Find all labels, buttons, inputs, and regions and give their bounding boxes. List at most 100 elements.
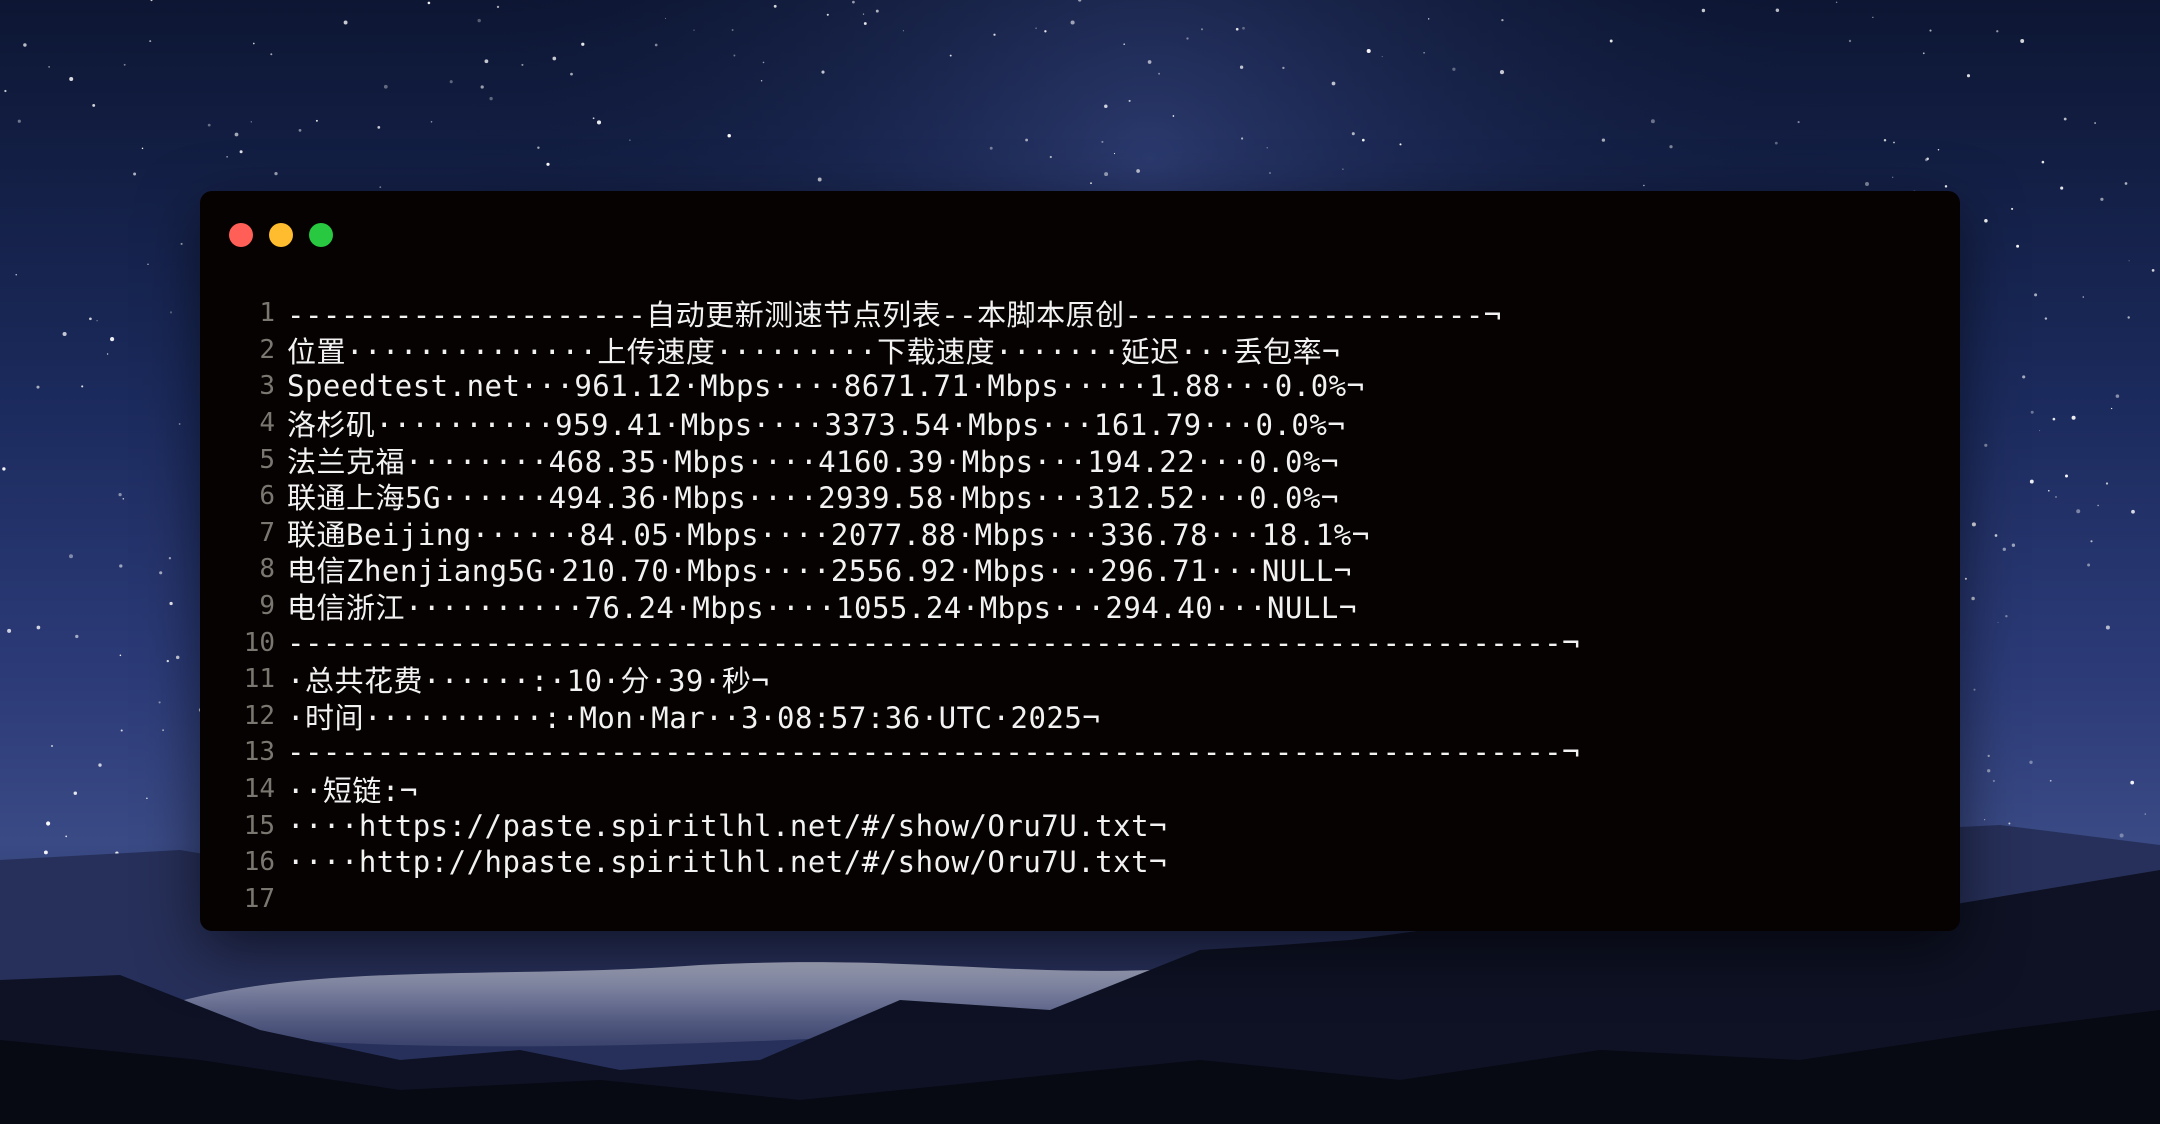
star xyxy=(2020,39,2025,43)
star xyxy=(178,423,181,425)
code-line: 4 洛杉矶··········959.41·Mbps····3373.54·Mbp… xyxy=(230,405,1940,442)
star xyxy=(298,129,302,132)
star xyxy=(1892,176,1894,178)
star xyxy=(207,123,211,127)
star xyxy=(149,40,152,43)
code-line: 9 电信浙江··········76.24·Mbps····1055.24·Mbp… xyxy=(230,588,1940,625)
star xyxy=(1937,149,1940,151)
star xyxy=(2151,269,2155,272)
star xyxy=(1158,72,1161,75)
star xyxy=(166,659,169,663)
star xyxy=(379,186,382,188)
star xyxy=(2002,547,2006,551)
star xyxy=(449,80,453,84)
line-number: 12 xyxy=(243,700,275,731)
star xyxy=(180,242,183,245)
star xyxy=(69,77,74,81)
minimize-button[interactable] xyxy=(269,223,293,247)
star xyxy=(1044,30,1047,33)
star xyxy=(2071,415,2076,420)
star xyxy=(2029,760,2033,764)
star xyxy=(1669,145,1673,149)
star xyxy=(96,319,98,322)
star xyxy=(119,564,123,568)
star xyxy=(162,729,164,732)
star xyxy=(175,655,180,660)
line-number: 17 xyxy=(243,883,275,914)
star xyxy=(760,80,763,82)
window-controls xyxy=(229,223,333,247)
close-button[interactable] xyxy=(229,223,253,247)
star xyxy=(1242,26,1245,30)
star xyxy=(43,850,48,855)
star xyxy=(92,103,96,107)
star xyxy=(1643,184,1645,187)
star xyxy=(119,654,122,657)
star xyxy=(1351,132,1355,136)
star xyxy=(146,797,148,800)
star xyxy=(1147,60,1152,64)
line-number: 2 xyxy=(259,334,275,365)
star xyxy=(2011,207,2014,210)
star xyxy=(270,53,273,56)
star xyxy=(902,30,904,32)
star xyxy=(1266,147,1268,149)
star xyxy=(2041,160,2045,164)
star xyxy=(2055,496,2057,498)
star xyxy=(36,385,40,389)
code-line: 6 联通上海5G······494.36·Mbps····2939.58·Mbps… xyxy=(230,478,1940,515)
star xyxy=(89,317,92,321)
star xyxy=(2044,317,2048,320)
star xyxy=(343,20,348,25)
star xyxy=(477,18,481,23)
star xyxy=(1984,443,1988,447)
star xyxy=(654,43,658,47)
line-number: 8 xyxy=(259,554,275,585)
short-link-https[interactable]: ····https://paste.spiritlhl.net/#/show/O… xyxy=(287,809,1167,843)
star xyxy=(1499,70,1505,75)
line-number: 4 xyxy=(259,408,275,439)
line-text: ----------------------------------------… xyxy=(287,735,1581,770)
line-text: ·时间··········:·Mon·Mar··3·08:57:36·UTC·2… xyxy=(287,700,1101,735)
star xyxy=(81,385,84,388)
star xyxy=(2130,780,2135,785)
zoom-button[interactable] xyxy=(309,223,333,247)
star xyxy=(826,13,829,16)
star xyxy=(863,22,867,25)
star xyxy=(2119,833,2124,838)
star xyxy=(69,554,73,559)
star xyxy=(1381,56,1383,58)
code-line: 3 Speedtest.net···961.12·Mbps····8671.71·… xyxy=(230,368,1940,405)
star xyxy=(118,492,122,497)
star xyxy=(1282,66,1285,70)
star xyxy=(315,119,318,122)
code-view: 1 --------------------自动更新测速节点列表--本脚本原创--… xyxy=(230,295,1940,917)
line-number: 6 xyxy=(259,481,275,512)
star xyxy=(2115,394,2120,398)
star xyxy=(1926,157,1929,161)
code-line: 7 联通Beijing······84.05·Mbps····2077.88·Mb… xyxy=(230,515,1940,552)
short-link-http[interactable]: ····http://hpaste.spiritlhl.net/#/show/O… xyxy=(287,845,1167,879)
line-number: 7 xyxy=(259,517,275,548)
line-text: 位置··············上传速度·········下载速度·······… xyxy=(287,334,1341,369)
code-line: 11 ·总共花费······:·10·分·39·秒¬ xyxy=(230,661,1940,698)
star xyxy=(1987,769,1991,773)
star xyxy=(4,89,7,93)
code-line: 10 --------------------------------------… xyxy=(230,624,1940,661)
star xyxy=(1987,754,1990,758)
star xyxy=(773,4,777,8)
star xyxy=(2049,779,2052,782)
star xyxy=(862,13,865,15)
star xyxy=(1241,137,1244,140)
star xyxy=(2082,296,2085,298)
star xyxy=(1361,138,1365,142)
star xyxy=(1452,67,1456,71)
code-line: 5 法兰克福········468.35·Mbps····4160.39·Mbps… xyxy=(230,441,1940,479)
star xyxy=(17,119,21,123)
star xyxy=(2022,375,2026,379)
star xyxy=(1984,219,1988,223)
code-line: 13 --------------------------------------… xyxy=(230,734,1940,771)
code-line: 12 ·时间··········:·Mon·Mar··3·08:57:36·UTC… xyxy=(230,698,1940,735)
star xyxy=(2,467,6,471)
star xyxy=(1423,51,1425,54)
